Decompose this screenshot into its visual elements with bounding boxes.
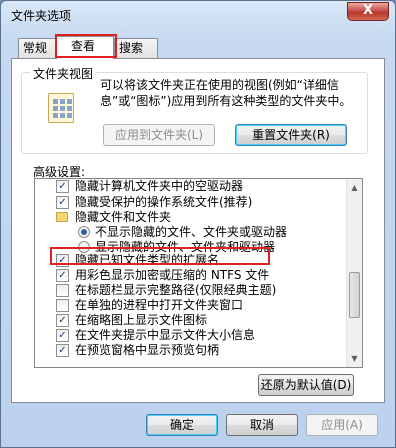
scroll-down-icon[interactable]: ▼ bbox=[350, 354, 359, 363]
cancel-button[interactable]: 取消 bbox=[226, 414, 298, 436]
close-icon: X bbox=[362, 3, 374, 18]
setting-label: 隐藏受保护的操作系统文件(推荐) bbox=[75, 195, 253, 209]
checkbox-checked-icon[interactable]: ✓ bbox=[56, 269, 69, 282]
advanced-settings-list[interactable]: ✓ 隐藏计算机文件夹中的空驱动器 ✓ 隐藏受保护的操作系统文件(推荐) 隐藏文件和文件夹… bbox=[34, 178, 363, 368]
checkbox-checked-icon[interactable]: ✓ bbox=[56, 329, 69, 342]
setting-label: 在单独的进程中打开文件夹窗口 bbox=[75, 298, 244, 312]
restore-defaults-button[interactable]: 还原为默认值(D) bbox=[258, 374, 354, 396]
folder-icon bbox=[56, 212, 68, 222]
setting-label: 在文件夹提示中显示文件大小信息 bbox=[75, 328, 256, 342]
radio-selected-icon[interactable] bbox=[78, 226, 90, 238]
folder-view-title: 文件夹视图 bbox=[30, 65, 97, 82]
checkbox-checked-icon[interactable]: ✓ bbox=[56, 196, 69, 209]
setting-label: 在标题栏显示完整路径(仅限经典主题) bbox=[75, 283, 277, 297]
advanced-settings-items: ✓ 隐藏计算机文件夹中的空驱动器 ✓ 隐藏受保护的操作系统文件(推荐) 隐藏文件和文件夹… bbox=[35, 179, 347, 367]
checkbox-unchecked-icon[interactable] bbox=[56, 284, 69, 297]
radio-unselected-icon[interactable] bbox=[78, 241, 90, 253]
setting-label: 隐藏已知文件类型的扩展名 bbox=[75, 253, 220, 267]
checkbox-checked-icon[interactable]: ✓ bbox=[56, 314, 69, 327]
setting-label: 用彩色显示加密或压缩的 NTFS 文件 bbox=[75, 268, 270, 282]
setting-label: 在预览窗格中显示预览句柄 bbox=[75, 343, 220, 357]
tab-general[interactable]: 常规 bbox=[18, 38, 56, 58]
checkbox-checked-icon[interactable]: ✓ bbox=[56, 254, 69, 267]
scrollbar-thumb[interactable] bbox=[349, 272, 360, 318]
setting-label: 在缩略图上显示文件图标 bbox=[75, 313, 208, 327]
ok-button[interactable]: 确定 bbox=[146, 414, 218, 436]
tab-search[interactable]: 搜索 bbox=[114, 38, 158, 58]
setting-label: 隐藏文件和文件夹 bbox=[75, 210, 172, 224]
folder-view-description: 可以将该文件夹正在使用的视图(例如“详细信息”或“图标”)应用到所有这种类型的文… bbox=[100, 78, 352, 108]
tab-view[interactable]: 查看 bbox=[56, 36, 114, 59]
scroll-up-icon[interactable]: ▲ bbox=[350, 183, 359, 192]
checkbox-checked-icon[interactable]: ✓ bbox=[56, 344, 69, 357]
vertical-scrollbar[interactable]: ▲ ▼ bbox=[346, 179, 362, 367]
close-button[interactable]: X bbox=[347, 2, 389, 21]
setting-label: 隐藏计算机文件夹中的空驱动器 bbox=[75, 179, 244, 193]
apply-to-folders-button[interactable]: 应用到文件夹(L) bbox=[103, 124, 215, 146]
reset-folders-button[interactable]: 重置文件夹(R) bbox=[235, 124, 347, 146]
setting-label: 不显示隐藏的文件、文件夹或驱动器 bbox=[95, 225, 288, 239]
checkbox-unchecked-icon[interactable] bbox=[56, 299, 69, 312]
apply-button[interactable]: 应用(A) bbox=[306, 414, 378, 436]
window-title: 文件夹选项 bbox=[11, 9, 72, 23]
folder-view-icon bbox=[48, 93, 74, 123]
checkbox-checked-icon[interactable]: ✓ bbox=[56, 180, 69, 193]
